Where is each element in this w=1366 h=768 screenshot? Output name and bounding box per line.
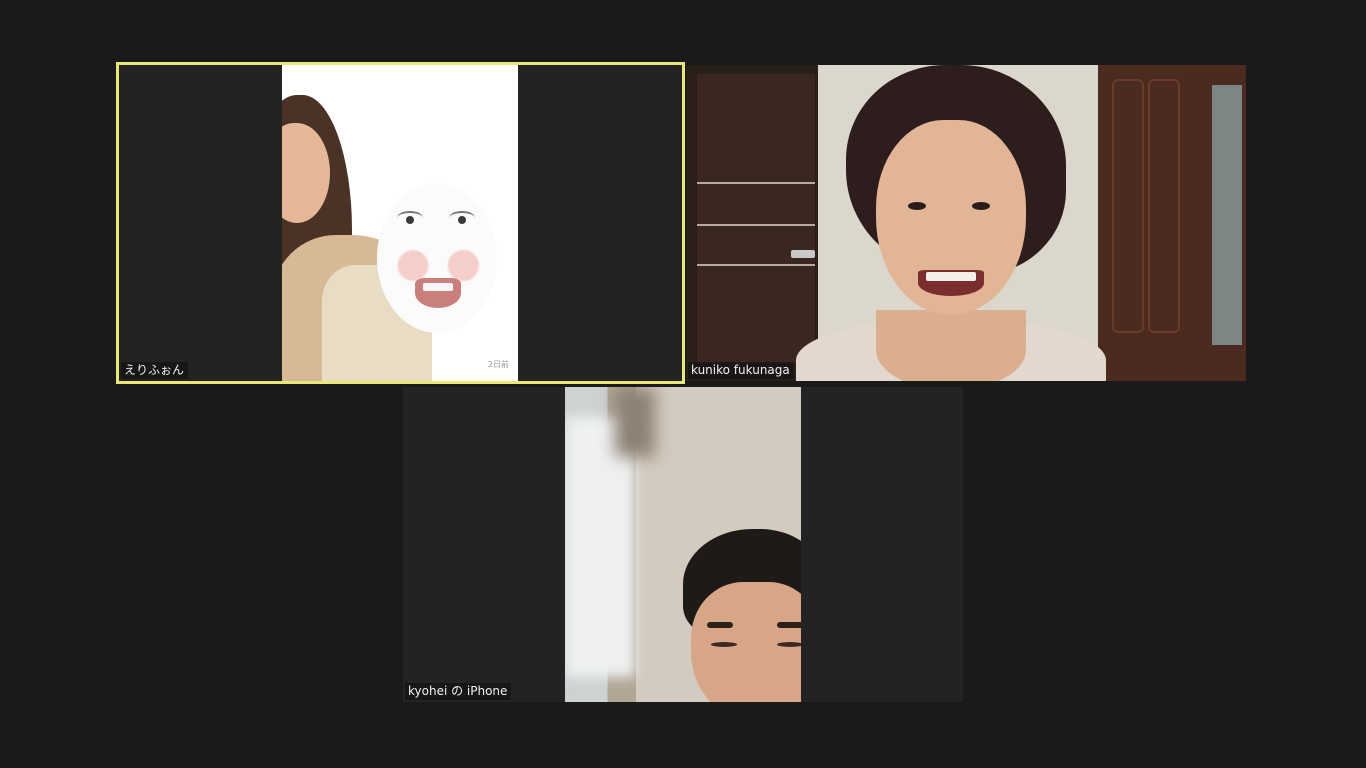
participant-name-label: kyohei の iPhone — [405, 683, 512, 700]
participant-eye-left — [711, 642, 737, 647]
drawn-face-picture — [377, 183, 497, 333]
drawn-mouth — [415, 278, 461, 308]
participant-brow-right — [777, 622, 801, 628]
participant-eye-right — [777, 642, 801, 647]
video-tile-kuniko-fukunaga[interactable]: kuniko fukunaga — [686, 65, 1246, 381]
participant-name-label: kuniko fukunaga — [688, 362, 794, 379]
video-feed — [686, 65, 1246, 381]
participant-smile — [918, 270, 984, 296]
video-tile-erifon[interactable]: 2日前 えりふぉん — [116, 62, 685, 384]
participant-face — [691, 582, 801, 702]
background-cabinet — [1098, 65, 1246, 381]
video-feed — [565, 387, 801, 702]
overlay-timestamp: 2日前 — [487, 360, 509, 369]
participant-eye-left — [908, 202, 926, 210]
video-feed: 2日前 — [282, 65, 518, 381]
participant-name-label: えりふぉん — [121, 362, 189, 379]
video-tile-kyohei-iphone[interactable]: kyohei の iPhone — [403, 387, 963, 702]
participant-face — [876, 120, 1026, 315]
background-door — [696, 73, 816, 365]
participant-neck — [876, 310, 1026, 381]
participant-eye-right — [972, 202, 990, 210]
drawn-eye-left — [397, 211, 423, 225]
background-object — [615, 387, 655, 457]
participant-brow-left — [707, 622, 733, 628]
door-handle — [791, 250, 815, 258]
drawn-eye-right — [449, 211, 475, 225]
